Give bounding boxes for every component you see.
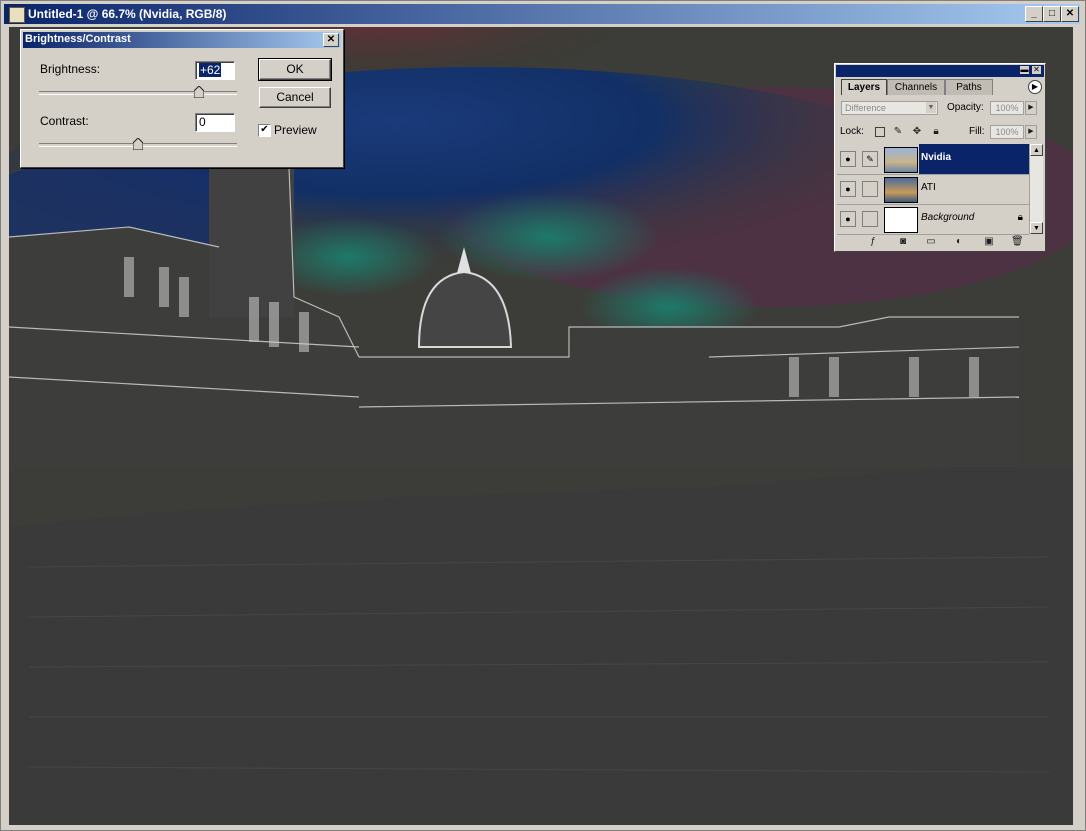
- layers-palette: ▬ ✕ Layers Channels Paths ▶ Difference ▼…: [834, 63, 1046, 252]
- dialog-close-button[interactable]: ✕: [323, 33, 339, 47]
- close-button[interactable]: ✕: [1061, 6, 1079, 22]
- layer-thumbnail: [884, 207, 918, 233]
- preview-checkbox[interactable]: ✔: [258, 124, 271, 137]
- lock-all-icon[interactable]: 🔒︎: [931, 127, 941, 137]
- layer-name: Background: [921, 212, 975, 223]
- eye-icon[interactable]: ●: [840, 181, 856, 197]
- layer-row-ati[interactable]: ● ATI: [837, 174, 1029, 205]
- eye-icon[interactable]: ●: [840, 211, 856, 227]
- brush-icon: ✎: [862, 151, 878, 167]
- lock-move-icon[interactable]: ✥: [912, 127, 922, 137]
- document-icon: [9, 7, 25, 23]
- brightness-field[interactable]: +62: [195, 61, 235, 80]
- layer-name: Nvidia: [921, 152, 952, 163]
- lock-transparent-icon[interactable]: [875, 127, 885, 137]
- blend-mode-select[interactable]: Difference ▼: [841, 101, 938, 115]
- layer-name: ATI: [921, 182, 936, 193]
- link-slot[interactable]: [862, 211, 878, 227]
- window-title: Untitled-1 @ 66.7% (Nvidia, RGB/8): [28, 7, 227, 21]
- eye-icon[interactable]: ●: [840, 151, 856, 167]
- palette-titlebar[interactable]: ▬ ✕: [836, 65, 1044, 77]
- lock-paint-icon[interactable]: ✎: [893, 127, 903, 137]
- contrast-value: 0: [199, 115, 206, 129]
- tab-channels[interactable]: Channels: [887, 79, 945, 95]
- new-layer-icon[interactable]: ▣: [983, 236, 995, 247]
- layers-list: ● ✎ Nvidia ● ATI ● Background 🔒︎: [837, 144, 1029, 235]
- dialog-title: Brightness/Contrast: [25, 33, 131, 45]
- maximize-button[interactable]: □: [1043, 6, 1061, 22]
- brightness-contrast-dialog: Brightness/Contrast ✕ Brightness: +62 Co…: [20, 29, 344, 168]
- tab-paths[interactable]: Paths: [945, 79, 993, 95]
- lock-label: Lock:: [840, 126, 864, 137]
- layer-row-background[interactable]: ● Background 🔒︎: [837, 204, 1029, 235]
- brightness-slider-thumb[interactable]: [194, 86, 204, 98]
- cancel-button[interactable]: Cancel: [259, 87, 331, 108]
- scroll-down-icon[interactable]: ▼: [1030, 222, 1043, 234]
- layer-style-icon[interactable]: ƒ: [867, 236, 879, 247]
- fill-label: Fill:: [969, 126, 985, 137]
- opacity-field[interactable]: 100%: [990, 101, 1024, 115]
- trash-icon[interactable]: 🗑︎: [1011, 236, 1024, 247]
- contrast-slider-thumb[interactable]: [133, 138, 143, 150]
- opacity-arrow-icon[interactable]: ▶: [1025, 101, 1037, 115]
- brightness-label: Brightness:: [40, 62, 101, 76]
- dialog-titlebar[interactable]: Brightness/Contrast ✕: [23, 32, 341, 48]
- palette-bottom-bar: ƒ ◙ ▭ ◐ ▣ 🗑︎: [837, 236, 1043, 248]
- palette-minimize-button[interactable]: ▬: [1020, 66, 1029, 74]
- layer-row-nvidia[interactable]: ● ✎ Nvidia: [837, 144, 1029, 175]
- palette-close-button[interactable]: ✕: [1032, 66, 1041, 74]
- chevron-down-icon: ▼: [926, 102, 936, 113]
- brightness-value: +62: [199, 63, 222, 77]
- window-titlebar[interactable]: Untitled-1 @ 66.7% (Nvidia, RGB/8) _ □ ✕: [4, 4, 1080, 24]
- fill-field[interactable]: 100%: [990, 125, 1024, 139]
- ok-button[interactable]: OK: [258, 58, 332, 81]
- contrast-field[interactable]: 0: [195, 113, 235, 132]
- scroll-up-icon[interactable]: ▲: [1030, 144, 1043, 156]
- minimize-button[interactable]: _: [1025, 6, 1043, 22]
- mask-icon[interactable]: ◙: [897, 236, 909, 247]
- opacity-label: Opacity:: [947, 102, 984, 113]
- adjustment-icon[interactable]: ◐: [953, 236, 965, 247]
- layer-thumbnail: [884, 147, 918, 173]
- fill-arrow-icon[interactable]: ▶: [1025, 125, 1037, 139]
- blend-mode-value: Difference: [845, 103, 886, 113]
- lock-icon: 🔒︎: [1017, 212, 1023, 223]
- layer-thumbnail: [884, 177, 918, 203]
- tab-layers[interactable]: Layers: [841, 79, 887, 95]
- palette-menu-icon[interactable]: ▶: [1028, 80, 1042, 94]
- layers-scrollbar[interactable]: ▲ ▼: [1029, 144, 1043, 234]
- preview-label: Preview: [274, 123, 317, 137]
- group-icon[interactable]: ▭: [925, 236, 937, 247]
- brightness-slider-track[interactable]: [39, 91, 237, 95]
- contrast-label: Contrast:: [40, 114, 89, 128]
- link-slot[interactable]: [862, 181, 878, 197]
